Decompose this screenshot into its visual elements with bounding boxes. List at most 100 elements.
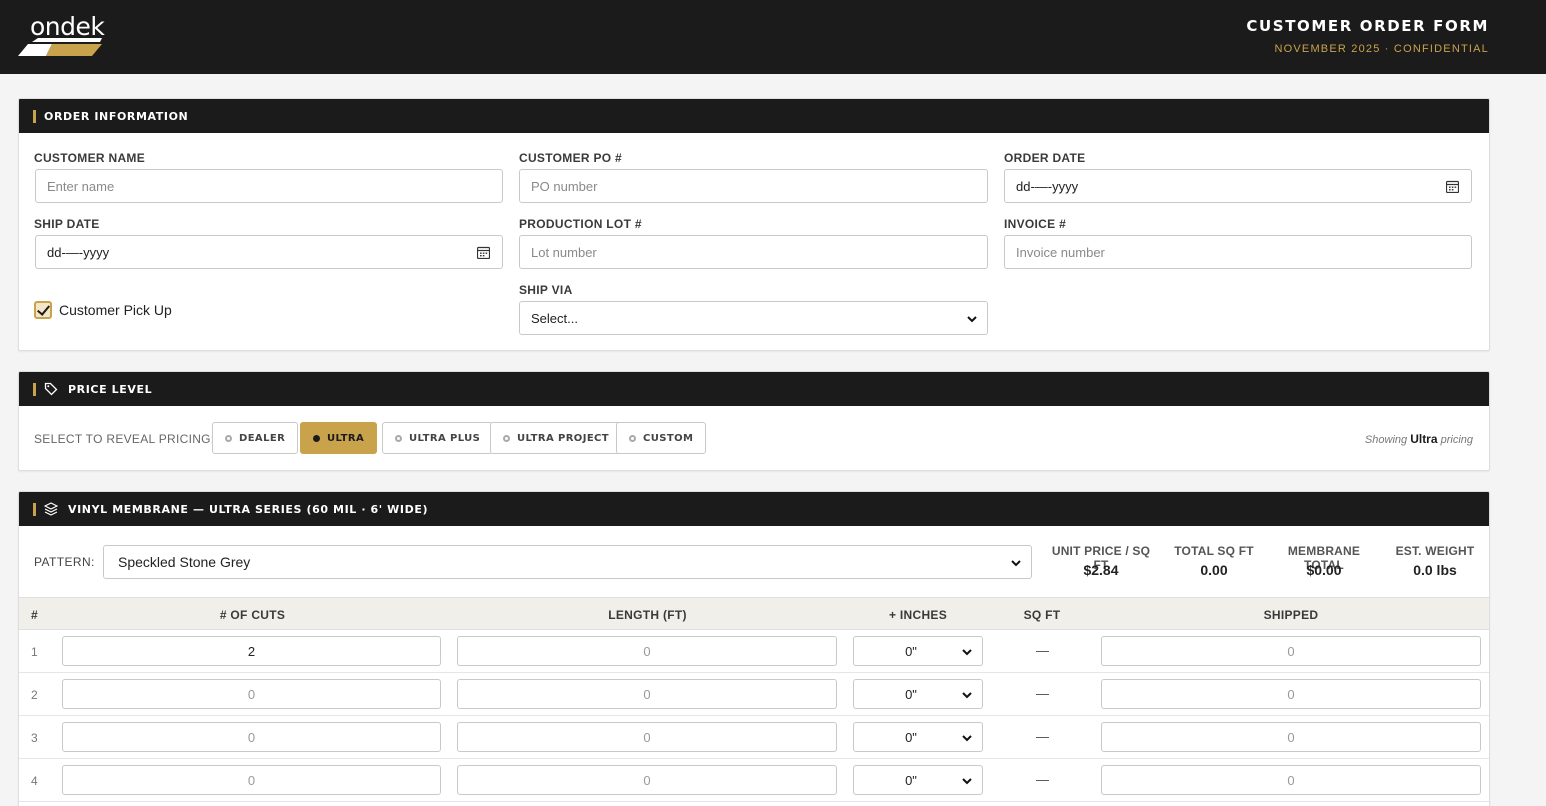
customer-po-input[interactable] — [519, 169, 988, 203]
customer-name-input[interactable] — [35, 169, 503, 203]
chevron-down-icon — [1011, 560, 1021, 567]
price-option-label: DEALER — [239, 432, 286, 444]
radio-dot-icon — [225, 434, 232, 442]
ship-date-value: dd-—-yyyy — [47, 244, 110, 260]
order-information-panel: ORDER INFORMATION CUSTOMER NAME CUSTOMER… — [18, 98, 1490, 351]
order-information-title: ORDER INFORMATION — [44, 109, 189, 123]
row-number: 4 — [31, 774, 38, 788]
inches-select[interactable]: 0" — [853, 722, 983, 752]
column-header-length: LENGTH (FT) — [608, 608, 687, 622]
pattern-value: Speckled Stone Grey — [118, 554, 251, 570]
production-lot-input[interactable] — [519, 235, 988, 269]
est-weight-value: 0.0 lbs — [1413, 562, 1457, 578]
length-input[interactable]: 0 — [457, 636, 837, 666]
price-option-custom[interactable]: CUSTOM — [616, 422, 707, 454]
cuts-table-header: # # OF CUTS LENGTH (FT) + INCHES SQ FT S… — [19, 597, 1489, 630]
inches-value: 0" — [905, 729, 917, 745]
logo-text: ondek — [30, 12, 105, 41]
pricing-status-value: Ultra — [1410, 432, 1438, 446]
row-divider — [19, 801, 1489, 802]
pricing-status-prefix: Showing — [1364, 434, 1408, 446]
cuts-input[interactable]: 2 — [62, 636, 441, 666]
order-information-header: ORDER INFORMATION — [19, 99, 1489, 133]
layers-icon — [44, 502, 58, 516]
price-level-title: PRICE LEVEL — [68, 382, 153, 396]
pricing-status: Showing Ultra pricing — [1365, 432, 1473, 446]
sqft-value: — — [1036, 729, 1049, 744]
price-level-panel: PRICE LEVEL SELECT TO REVEAL PRICING: DE… — [18, 371, 1490, 471]
radio-dot-icon — [503, 434, 510, 442]
row-number: 3 — [31, 731, 38, 745]
length-input[interactable]: 0 — [457, 765, 837, 795]
order-date-value: dd-—-yyyy — [1016, 178, 1079, 194]
ship-date-label: SHIP DATE — [34, 217, 100, 231]
logo-mark-icon — [18, 38, 102, 56]
chevron-down-icon — [962, 778, 972, 785]
cuts-input[interactable]: 0 — [62, 722, 441, 752]
ondek-logo[interactable]: ondek — [18, 14, 108, 58]
price-option-ultra-project[interactable]: ULTRA PROJECT — [490, 422, 623, 454]
price-option-label: CUSTOM — [643, 432, 694, 444]
cuts-input[interactable]: 0 — [62, 679, 441, 709]
invoice-input[interactable] — [1004, 235, 1472, 269]
page-title: CUSTOMER ORDER FORM — [1246, 17, 1489, 35]
order-date-input[interactable]: dd-—-yyyy — [1004, 169, 1472, 203]
price-option-ultra-plus[interactable]: ULTRA PLUS — [382, 422, 494, 454]
price-tag-icon — [44, 382, 58, 396]
inches-value: 0" — [905, 686, 917, 702]
shipped-input[interactable]: 0 — [1101, 722, 1481, 752]
radio-dot-icon — [313, 434, 320, 442]
row-divider — [19, 758, 1489, 759]
inches-value: 0" — [905, 772, 917, 788]
total-sqft-label: TOTAL SQ FT — [1174, 544, 1254, 558]
membrane-total-value: $0.00 — [1306, 562, 1342, 578]
inches-value: 0" — [905, 643, 917, 659]
ship-via-value: Select... — [531, 310, 578, 326]
customer-pickup-checkbox[interactable] — [34, 301, 52, 319]
inches-select[interactable]: 0" — [853, 765, 983, 795]
pricing-status-suffix: pricing — [1440, 434, 1473, 446]
chevron-down-icon — [962, 735, 972, 742]
length-input[interactable]: 0 — [457, 722, 837, 752]
inches-select[interactable]: 0" — [853, 636, 983, 666]
price-option-label: ULTRA — [327, 432, 365, 444]
customer-pickup-label: Customer Pick Up — [59, 302, 172, 318]
ship-via-select[interactable]: Select... — [519, 301, 988, 335]
page-subtitle: NOVEMBER 2025 · CONFIDENTIAL — [1274, 43, 1489, 55]
calendar-icon[interactable] — [477, 246, 490, 259]
chevron-down-icon — [962, 692, 972, 699]
unit-price-value: $2.84 — [1083, 562, 1119, 578]
production-lot-label: PRODUCTION LOT # — [519, 217, 642, 231]
column-header-inches: + INCHES — [888, 608, 948, 622]
accent-bar — [33, 382, 36, 396]
customer-name-label: CUSTOMER NAME — [34, 151, 146, 165]
shipped-input[interactable]: 0 — [1101, 765, 1481, 795]
customer-po-label: CUSTOMER PO # — [519, 151, 623, 165]
shipped-input[interactable]: 0 — [1101, 636, 1481, 666]
vinyl-membrane-title: VINYL MEMBRANE — ULTRA SERIES (60 MIL · … — [68, 502, 429, 516]
column-header-index: # — [31, 608, 38, 622]
ship-date-input[interactable]: dd-—-yyyy — [35, 235, 503, 269]
accent-bar — [33, 109, 36, 123]
calendar-icon[interactable] — [1446, 180, 1459, 193]
price-option-ultra[interactable]: ULTRA — [300, 422, 378, 454]
sqft-value: — — [1036, 772, 1049, 787]
price-option-dealer[interactable]: DEALER — [212, 422, 299, 454]
total-sqft-value: 0.00 — [1200, 562, 1228, 578]
sqft-value: — — [1036, 643, 1049, 658]
order-date-label: ORDER DATE — [1004, 151, 1086, 165]
shipped-input[interactable]: 0 — [1101, 679, 1481, 709]
est-weight-label: EST. WEIGHT — [1395, 544, 1475, 558]
price-option-label: ULTRA PROJECT — [517, 432, 610, 444]
row-number: 1 — [31, 645, 38, 659]
price-level-header: PRICE LEVEL — [19, 372, 1489, 406]
row-divider — [19, 672, 1489, 673]
radio-dot-icon — [629, 434, 636, 442]
vinyl-membrane-panel: VINYL MEMBRANE — ULTRA SERIES (60 MIL · … — [18, 491, 1490, 806]
length-input[interactable]: 0 — [457, 679, 837, 709]
pattern-select[interactable]: Speckled Stone Grey — [103, 545, 1032, 579]
column-header-shipped: SHIPPED — [1263, 608, 1319, 622]
inches-select[interactable]: 0" — [853, 679, 983, 709]
cuts-input[interactable]: 0 — [62, 765, 441, 795]
pattern-label: PATTERN: — [34, 555, 95, 569]
